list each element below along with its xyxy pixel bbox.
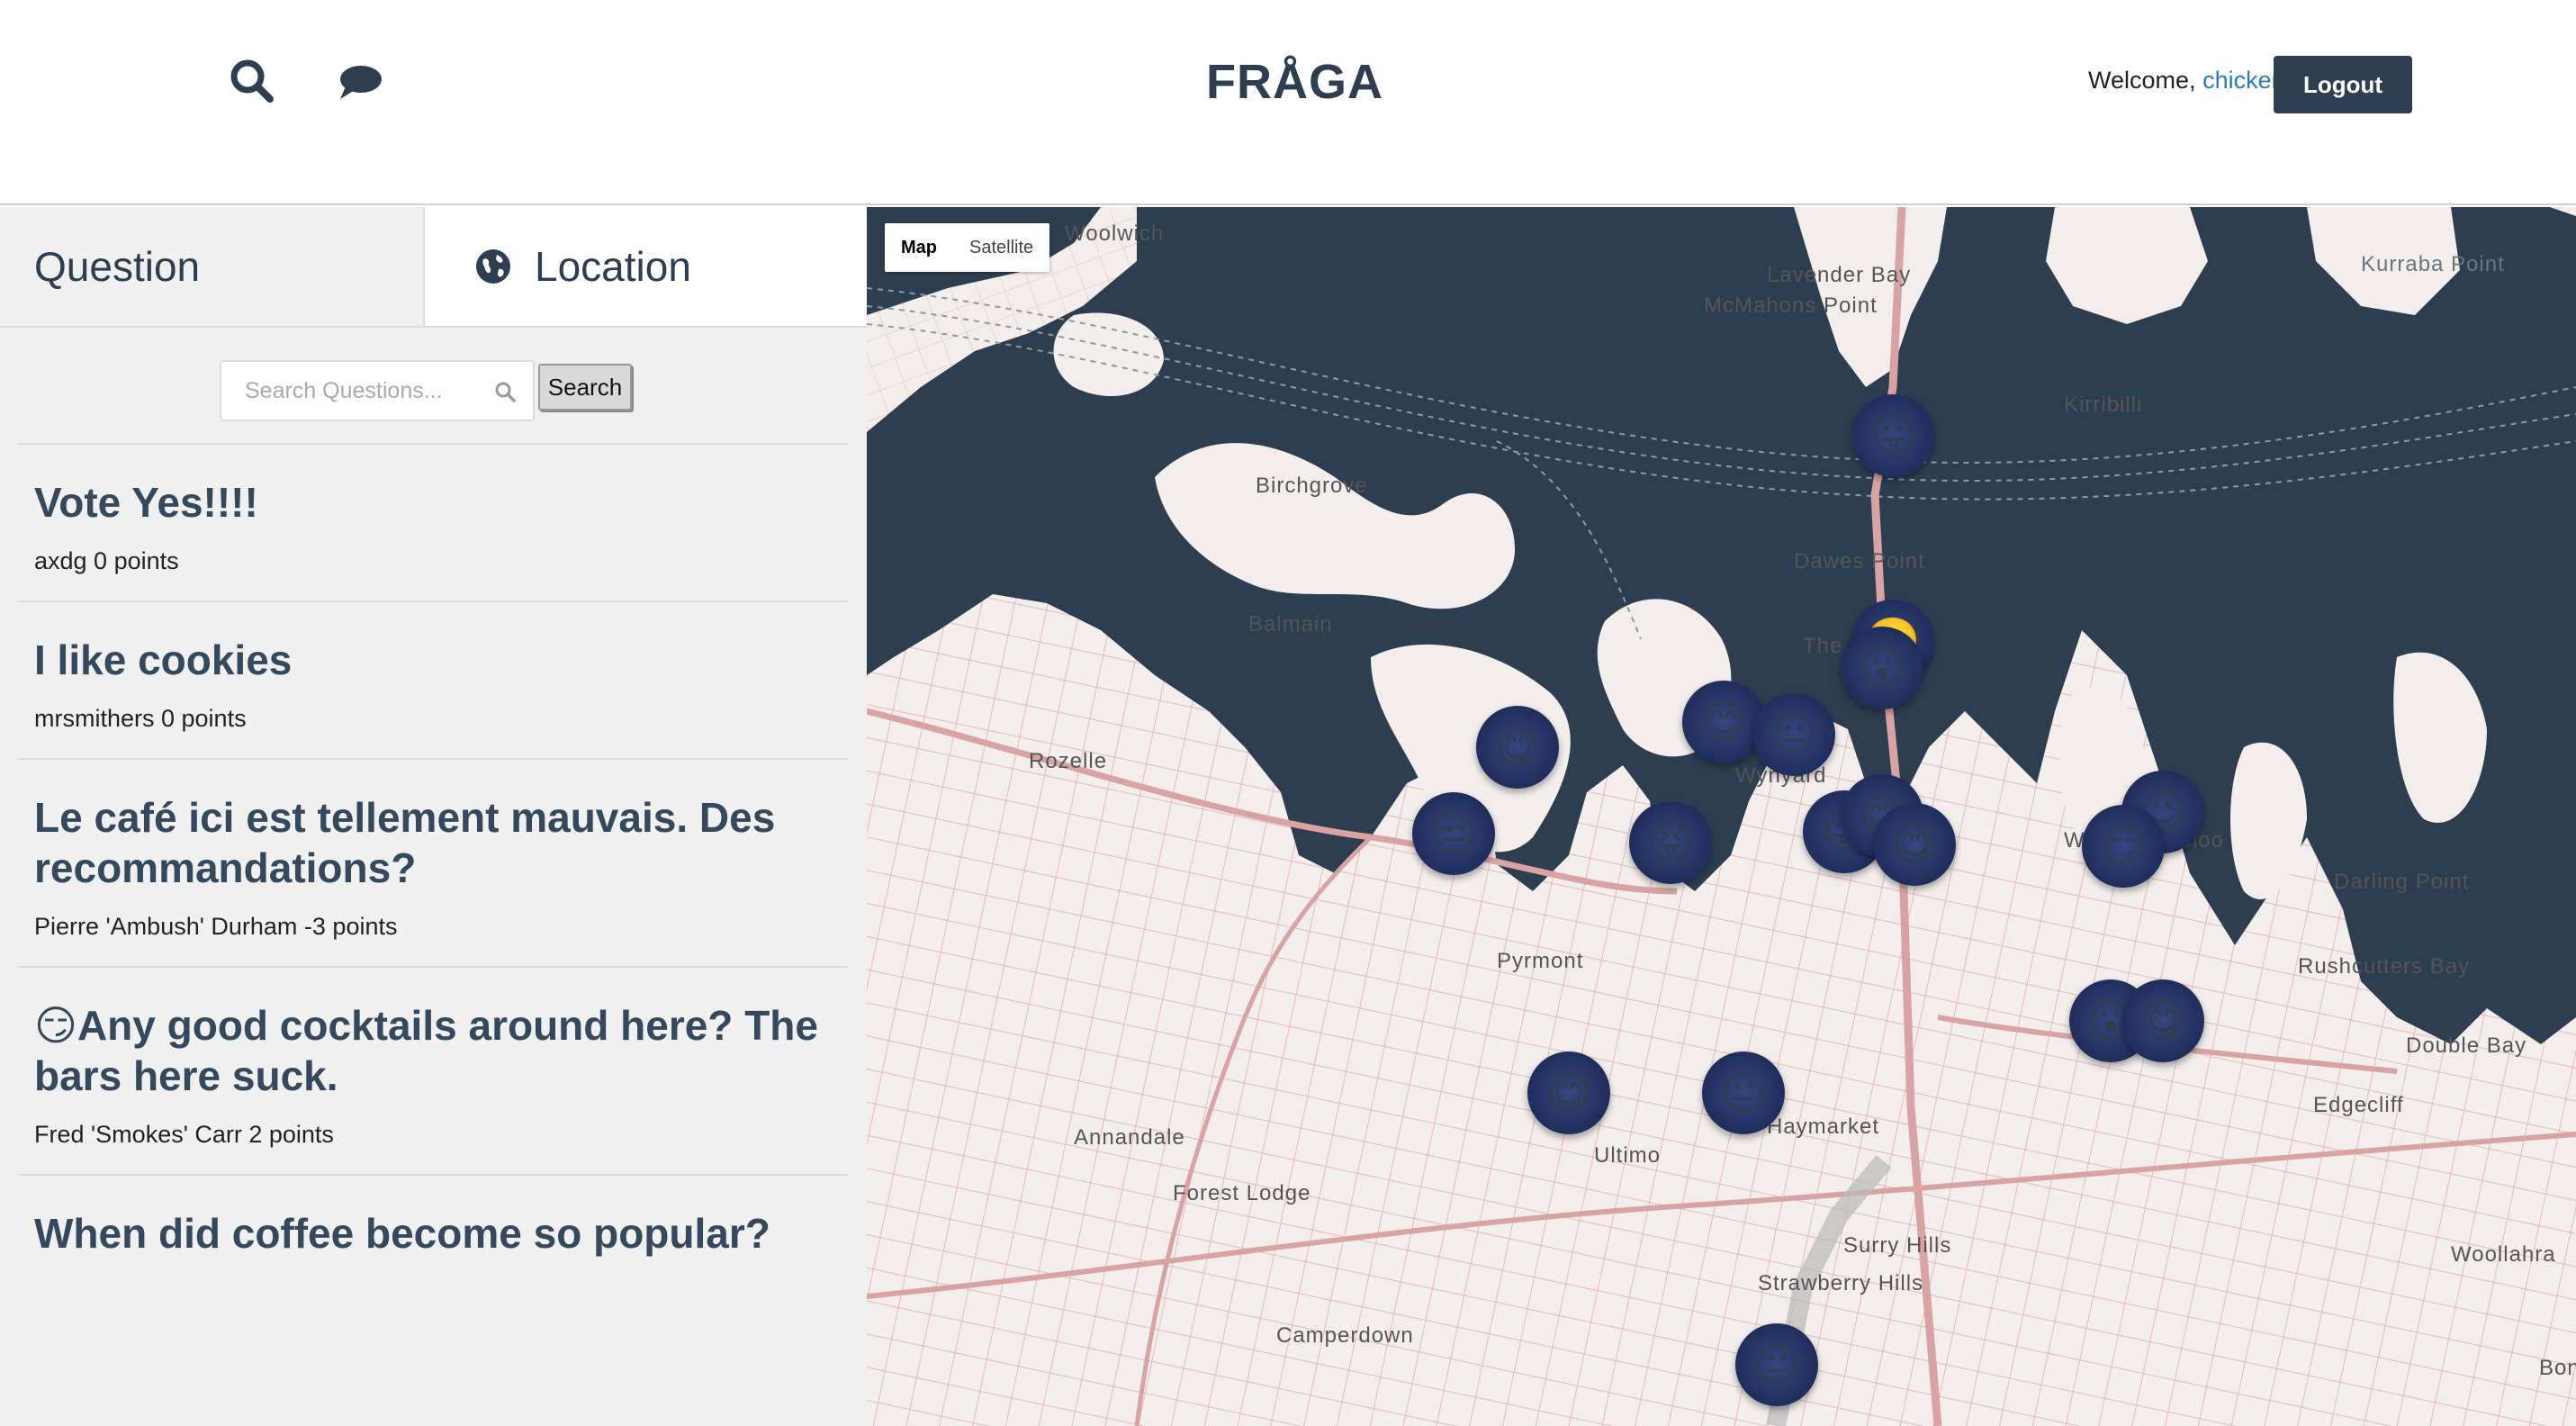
- question-title[interactable]: Le café ici est tellement mauvais. Des r…: [34, 792, 833, 893]
- top-header: FRÅGA Welcome, chicken Logout: [0, 0, 2576, 205]
- place-label: Lavender Bay: [1767, 263, 1912, 287]
- question-item[interactable]: Le café ici est tellement mauvais. Des r…: [18, 760, 849, 968]
- search-button[interactable]: Search: [538, 364, 632, 411]
- username-link[interactable]: chicken: [2202, 67, 2285, 94]
- map-marker[interactable]: 😛: [1851, 394, 1934, 477]
- map-marker[interactable]: 😏: [2082, 805, 2165, 888]
- place-label: Darling Point: [2334, 870, 2470, 894]
- place-label: Edgecliff: [2313, 1093, 2404, 1117]
- map-type-control: Map Satellite: [885, 223, 1050, 272]
- place-label: McMahons Point: [1704, 293, 1878, 318]
- question-title[interactable]: 😏Any good cocktails around here? The bar…: [34, 1000, 833, 1101]
- map-marker[interactable]: 😊: [1682, 681, 1765, 763]
- question-meta: axdg 0 points: [34, 547, 179, 574]
- tab-location[interactable]: Location: [425, 207, 867, 326]
- place-label: Surry Hills: [1843, 1233, 1952, 1258]
- place-label: Birchgrove: [1256, 474, 1368, 498]
- search-icon[interactable]: [225, 54, 279, 108]
- question-item[interactable]: When did coffee become so popular?: [18, 1176, 849, 1284]
- search-field-wrapper: [220, 360, 535, 421]
- place-label: Double Bay: [2406, 1033, 2527, 1058]
- place-label: Bon: [2539, 1356, 2576, 1380]
- map-marker[interactable]: 😒: [1412, 792, 1495, 875]
- map-marker[interactable]: 😐: [1735, 1323, 1818, 1406]
- place-label: Pyrmont: [1497, 949, 1584, 973]
- place-label: Woolwich: [1065, 221, 1165, 246]
- place-label: Annandale: [1074, 1125, 1185, 1150]
- question-title[interactable]: Vote Yes!!!!: [34, 477, 833, 528]
- question-item[interactable]: 😏Any good cocktails around here? The bar…: [18, 968, 849, 1176]
- question-meta: Fred 'Smokes' Carr 2 points: [34, 1121, 334, 1148]
- question-list: Vote Yes!!!! axdg 0 points I like cookie…: [18, 443, 849, 1284]
- place-label: Forest Lodge: [1173, 1181, 1311, 1205]
- place-label: Kurraba Point: [2361, 252, 2505, 276]
- question-panel: Question Location Search Vote Yes!!!! ax…: [0, 207, 867, 1426]
- logout-button[interactable]: Logout: [2274, 56, 2412, 113]
- tab-question[interactable]: Question: [0, 207, 425, 326]
- map-view[interactable]: Map Satellite Woolwich Lavender Bay McMa…: [867, 207, 2576, 1426]
- tab-question-label: Question: [34, 243, 201, 290]
- question-title[interactable]: I like cookies: [34, 635, 833, 685]
- search-row: Search: [0, 328, 867, 443]
- place-label: Balmain: [1248, 612, 1333, 636]
- map-marker[interactable]: 😐: [1752, 693, 1835, 776]
- map-base: [867, 207, 2576, 1426]
- chat-bubble-icon[interactable]: [333, 54, 387, 108]
- map-marker[interactable]: 😮: [1841, 627, 1923, 709]
- question-item[interactable]: I like cookies mrsmithers 0 points: [18, 602, 849, 760]
- globe-icon: [476, 249, 510, 284]
- tab-location-label: Location: [535, 243, 691, 290]
- map-marker[interactable]: 😋: [1527, 1051, 1610, 1134]
- map-marker[interactable]: 😝: [1629, 801, 1712, 884]
- map-type-map[interactable]: Map: [885, 223, 953, 272]
- search-input[interactable]: [221, 362, 533, 420]
- place-label: Kirribilli: [2064, 393, 2143, 417]
- question-meta: Pierre 'Ambush' Durham -3 points: [34, 913, 398, 940]
- place-label: Dawes Point: [1794, 549, 1925, 573]
- question-meta: mrsmithers 0 points: [34, 705, 247, 732]
- map-marker[interactable]: 😋: [1873, 803, 1956, 886]
- place-label: Strawberry Hills: [1758, 1271, 1924, 1295]
- place-label: Camperdown: [1276, 1323, 1414, 1348]
- map-marker[interactable]: 😐: [1702, 1051, 1785, 1134]
- map-marker[interactable]: 😋: [2121, 979, 2204, 1062]
- map-marker[interactable]: 😋: [1476, 706, 1559, 789]
- place-label: Haymarket: [1767, 1115, 1880, 1139]
- place-label: Rozelle: [1029, 749, 1108, 773]
- question-item[interactable]: Vote Yes!!!! axdg 0 points: [18, 445, 849, 602]
- panel-tabs: Question Location: [0, 207, 867, 328]
- welcome-prefix: Welcome,: [2088, 67, 2196, 94]
- place-label: Ultimo: [1594, 1143, 1662, 1168]
- brand-title[interactable]: FRÅGA: [1206, 54, 1383, 110]
- map-type-satellite[interactable]: Satellite: [953, 223, 1049, 272]
- place-label: Woollahra: [2451, 1242, 2556, 1267]
- place-label: Rushcutters Bay: [2298, 954, 2471, 979]
- welcome-text: Welcome, chicken: [2088, 67, 2285, 95]
- search-field-icon: [495, 382, 516, 402]
- question-title[interactable]: When did coffee become so popular?: [34, 1208, 833, 1259]
